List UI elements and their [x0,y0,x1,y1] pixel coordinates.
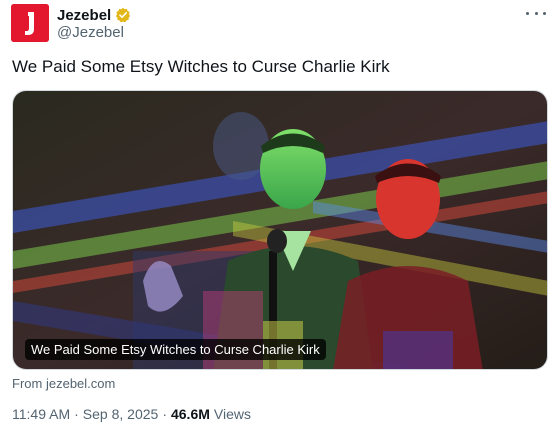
card-caption: We Paid Some Etsy Witches to Curse Charl… [25,339,326,360]
more-horizontal-icon[interactable] [526,6,546,20]
tweet-time[interactable]: 11:49 AM [12,406,70,422]
link-card-image[interactable]: We Paid Some Etsy Witches to Curse Charl… [12,90,548,370]
jezebel-logo-icon [11,4,49,42]
source-prefix: From [12,376,43,391]
source-domain: jezebel.com [45,376,116,391]
name-row: Jezebel [57,6,131,24]
meta-separator: · [74,406,79,422]
tweet-meta: 11:49 AM · Sep 8, 2025 · 46.6M Views [12,406,251,422]
tweet-text: We Paid Some Etsy Witches to Curse Charl… [12,57,390,76]
display-name[interactable]: Jezebel [57,7,111,24]
meta-separator: · [162,406,167,422]
verified-badge-icon [115,7,131,23]
views-count[interactable]: 46.6M [171,406,210,422]
tweet: Jezebel @Jezebel We Paid Some Etsy Witch… [0,0,560,435]
source-link[interactable]: From jezebel.com [12,376,115,391]
handle[interactable]: @Jezebel [57,24,124,41]
article-image [13,91,547,369]
tweet-date[interactable]: Sep 8, 2025 [83,406,159,422]
avatar[interactable] [11,4,49,42]
views-label: Views [213,406,251,422]
